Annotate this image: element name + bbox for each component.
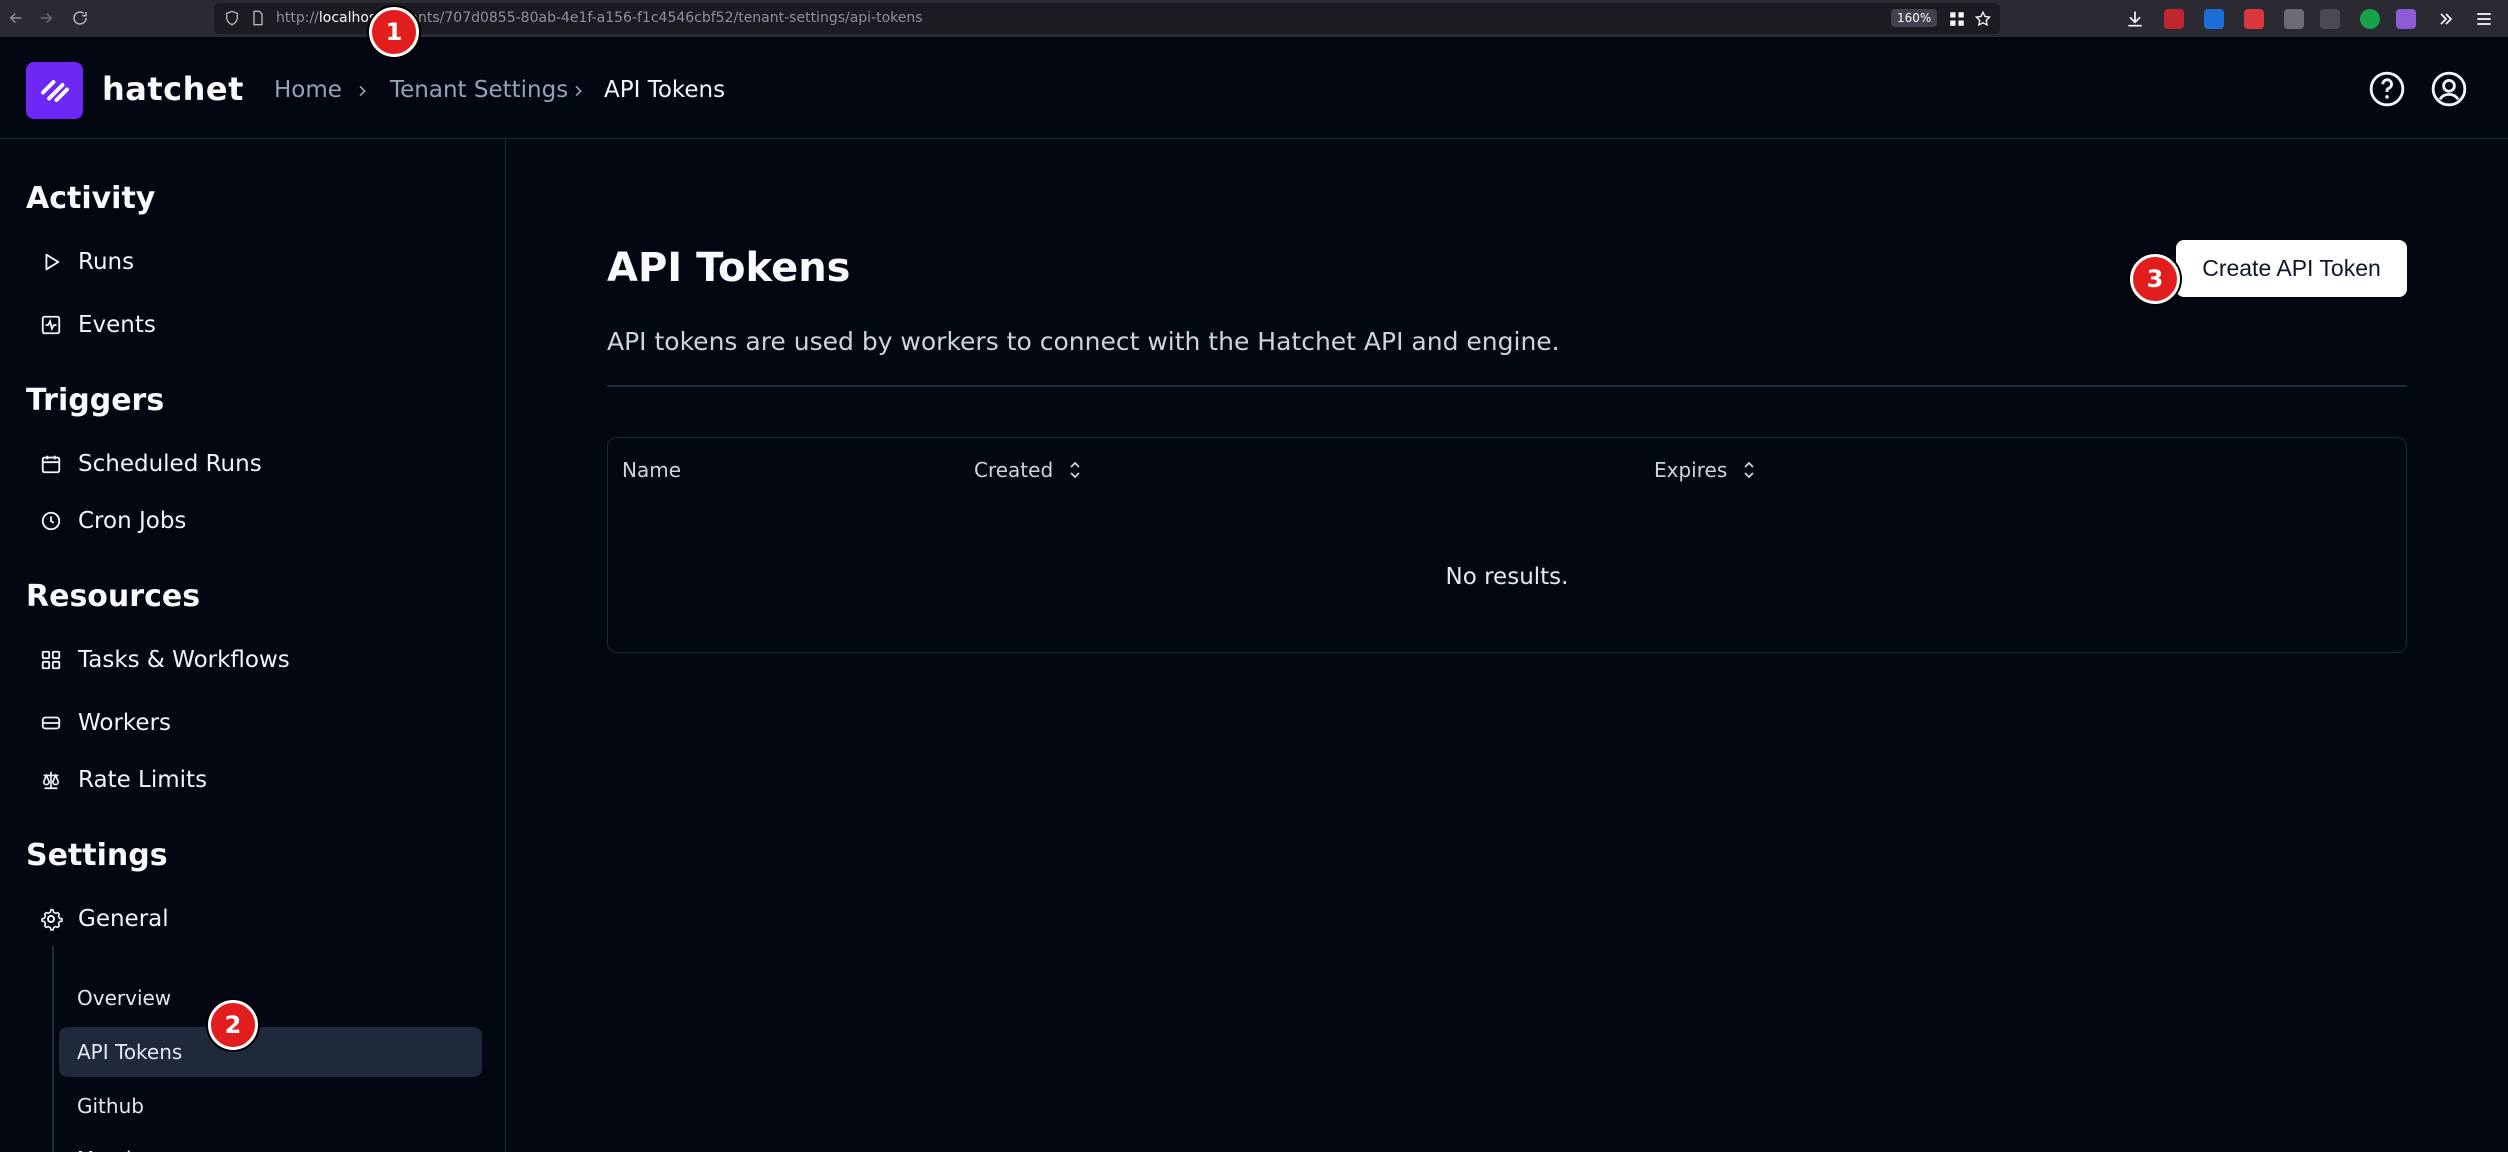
sidebar-item-tasks-workflows[interactable]: Tasks & Workflows	[36, 640, 290, 680]
user-circle-icon[interactable]	[2430, 70, 2468, 108]
annotation-marker: 2	[208, 1000, 258, 1050]
sort-icon[interactable]	[1067, 459, 1083, 481]
activity-icon	[36, 310, 66, 340]
back-icon[interactable]	[4, 6, 28, 30]
hatchet-logo-icon[interactable]	[26, 62, 83, 119]
gear-icon	[36, 904, 66, 934]
chevron-right-icon	[575, 85, 582, 97]
sidebar-item-general[interactable]: General	[36, 899, 169, 939]
extensions-grid-icon[interactable]	[1948, 10, 1966, 28]
zoom-level[interactable]: 160%	[1891, 9, 1938, 27]
sidebar-item-label: Events	[78, 312, 156, 338]
section-title-resources: Resources	[26, 579, 201, 614]
scale-icon	[36, 765, 66, 795]
play-icon	[36, 247, 66, 277]
sidebar-subitem-members[interactable]: Members	[59, 1134, 482, 1152]
sidebar-item-label: Runs	[78, 249, 135, 275]
forward-icon[interactable]	[34, 6, 58, 30]
menu-icon[interactable]	[2474, 9, 2494, 29]
breadcrumb-tenant-settings[interactable]: Tenant Settings	[390, 77, 568, 103]
chevron-right-icon	[359, 85, 366, 97]
page-description: API tokens are used by workers to connec…	[607, 327, 1560, 356]
extension-icon[interactable]	[2284, 9, 2304, 29]
sidebar-item-label: Workers	[78, 710, 172, 736]
annotation-marker: 3	[2130, 254, 2180, 304]
divider	[607, 385, 2407, 387]
page-title: API Tokens	[607, 245, 851, 291]
sidebar-item-scheduled-runs[interactable]: Scheduled Runs	[36, 444, 262, 484]
shield-icon	[226, 10, 238, 26]
column-header-name: Name	[622, 458, 682, 482]
column-header-expires[interactable]: Expires	[1654, 458, 1757, 482]
reload-icon[interactable]	[68, 6, 92, 30]
extension-icon[interactable]	[2244, 9, 2264, 29]
sidebar-item-label: Tasks & Workflows	[78, 647, 290, 673]
sidebar-item-label: General	[78, 906, 169, 932]
page-icon	[253, 10, 263, 26]
help-circle-icon[interactable]	[2368, 70, 2406, 108]
section-title-triggers: Triggers	[26, 383, 165, 418]
empty-state-message: No results.	[1445, 564, 1569, 590]
sidebar-item-workers[interactable]: Workers	[36, 703, 171, 743]
sidebar-subitem-overview[interactable]: Overview	[59, 973, 482, 1023]
column-header-created[interactable]: Created	[974, 458, 1083, 482]
sidebar-item-events[interactable]: Events	[36, 305, 156, 345]
sort-icon[interactable]	[1741, 459, 1757, 481]
address-bar[interactable]: http://localhost/tenants/707d0855-80ab-4…	[214, 3, 2000, 34]
section-title-settings: Settings	[26, 838, 168, 873]
breadcrumb-api-tokens[interactable]: API Tokens	[604, 77, 725, 103]
submenu-guide-line	[52, 946, 54, 1152]
breadcrumb-home[interactable]: Home	[274, 77, 342, 103]
brand-name[interactable]: hatchet	[102, 70, 244, 108]
sidebar-item-rate-limits[interactable]: Rate Limits	[36, 760, 207, 800]
section-title-activity: Activity	[26, 181, 156, 216]
extension-icon[interactable]	[2320, 9, 2340, 29]
annotation-marker: 1	[369, 7, 419, 57]
sidebar-item-label: Scheduled Runs	[78, 451, 262, 477]
app-header: hatchet Home Tenant Settings API Tokens	[0, 37, 2508, 139]
bookmark-star-icon[interactable]	[1974, 10, 1992, 28]
sidebar-item-label: Cron Jobs	[78, 508, 187, 534]
sidebar-subitem-api-tokens[interactable]: API Tokens	[59, 1027, 482, 1077]
extension-icon[interactable]	[2396, 9, 2416, 29]
create-api-token-button[interactable]: Create API Token	[2176, 240, 2407, 297]
api-tokens-table: Name Created Expires No results.	[607, 437, 2407, 653]
extension-icon[interactable]	[2204, 9, 2224, 29]
sidebar: Activity Runs Events Triggers Scheduled …	[0, 139, 506, 1152]
download-icon[interactable]	[2125, 9, 2145, 29]
extension-icon[interactable]	[2164, 9, 2184, 29]
clock-icon	[36, 506, 66, 536]
overflow-chevrons-icon[interactable]	[2436, 9, 2456, 29]
sidebar-item-cron-jobs[interactable]: Cron Jobs	[36, 501, 186, 541]
calendar-icon	[36, 449, 66, 479]
sidebar-item-runs[interactable]: Runs	[36, 242, 134, 282]
extension-icon[interactable]	[2360, 9, 2380, 29]
sidebar-subitem-github[interactable]: Github	[59, 1081, 482, 1131]
sidebar-item-label: Rate Limits	[78, 767, 208, 793]
grid-icon	[36, 645, 66, 675]
server-icon	[36, 708, 66, 738]
